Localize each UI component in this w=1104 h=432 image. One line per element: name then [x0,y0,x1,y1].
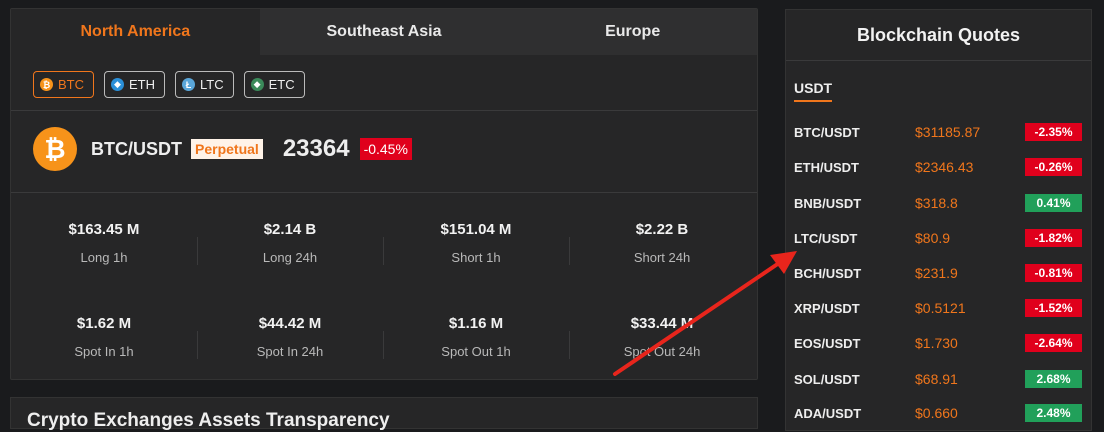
quote-price: $80.9 [915,230,951,246]
coin-button-eth[interactable]: ◆ ETH [104,71,165,98]
quote-row[interactable]: EOS/USDT $1.730 -2.64% [794,333,1084,353]
coin-label: BTC [58,77,84,92]
quote-row[interactable]: LTC/USDT $80.9 -1.82% [794,228,1084,248]
price-change-badge: -0.45% [359,138,412,160]
coin-button-ltc[interactable]: Ł LTC [175,71,234,98]
etc-icon: ◆ [250,78,264,91]
stat-short-24h: $2.22 B Short 24h [569,221,755,265]
column-divider [383,237,384,265]
quote-price: $231.9 [915,265,958,281]
coin-label: ETC [268,77,295,92]
quote-pair: BTC/USDT [794,124,860,140]
quote-pair: XRP/USDT [794,300,860,316]
stat-spot-out-1h: $1.16 M Spot Out 1h [383,315,569,359]
transparency-panel: Crypto Exchanges Assets Transparency [10,397,758,431]
section-title: Crypto Exchanges Assets Transparency [27,410,390,431]
quote-price: $31185.87 [915,124,981,140]
quote-row[interactable]: ETH/USDT $2346.43 -0.26% [794,157,1084,177]
quote-row[interactable]: BTC/USDT $31185.87 -2.35% [794,122,1084,142]
divider [11,192,757,193]
quote-change-badge: -1.52% [1025,299,1082,317]
quote-pair: ETH/USDT [794,159,859,175]
stat-spot-in-1h: $1.62 M Spot In 1h [11,315,197,359]
column-divider [569,237,570,265]
column-divider [383,331,384,359]
ticker-row: ₿ BTC/USDT Perpetual 23364 -0.45% [33,127,412,171]
quote-row[interactable]: BCH/USDT $231.9 -0.81% [794,263,1084,283]
quote-change-badge: 2.68% [1025,370,1082,388]
stat-value: $44.42 M [258,315,322,332]
stat-value: $2.14 B [263,221,317,238]
coin-label: ETH [129,77,155,92]
coin-label: LTC [200,77,224,92]
stat-label: Short 24h [633,250,691,265]
pair-name: BTC/USDT [91,138,182,159]
quote-pair: LTC/USDT [794,230,858,246]
stat-label: Spot Out 1h [441,344,511,359]
perpetual-badge: Perpetual [191,139,263,159]
column-divider [197,237,198,265]
stat-label: Short 1h [451,250,501,265]
stat-value: $33.44 M [630,315,694,332]
stat-label: Spot Out 24h [623,344,701,359]
liquidation-stats: $163.45 M Long 1h $2.14 B Long 24h $151.… [11,199,757,379]
quote-row[interactable]: BNB/USDT $318.8 0.41% [794,193,1084,213]
stat-spot-in-24h: $44.42 M Spot In 24h [197,315,383,359]
quote-change-badge: -0.81% [1025,264,1082,282]
tab-southeast-asia[interactable]: Southeast Asia [260,9,509,55]
stat-label: Long 24h [262,250,318,265]
last-price: 23364 [282,135,350,162]
stat-label: Spot In 24h [256,344,324,359]
quote-price: $2346.43 [915,159,974,175]
column-divider [197,331,198,359]
quote-change-badge: 0.41% [1025,194,1082,212]
eth-icon: ◆ [111,78,124,91]
quote-price: $0.5121 [915,300,966,316]
stat-label: Spot In 1h [74,344,134,359]
tab-europe[interactable]: Europe [508,9,757,55]
stat-value: $163.45 M [68,221,140,238]
quote-row[interactable]: XRP/USDT $0.5121 -1.52% [794,298,1084,318]
region-tabs: North America Southeast Asia Europe [11,9,757,55]
coin-button-etc[interactable]: ◆ ETC [243,71,305,98]
stat-long-24h: $2.14 B Long 24h [197,221,383,265]
quote-change-badge: -1.82% [1025,229,1082,247]
quote-price: $68.91 [915,371,958,387]
divider [11,110,757,111]
liquidation-panel: North America Southeast Asia Europe ₿ BT… [10,8,758,380]
quote-pair: EOS/USDT [794,335,861,351]
btc-icon: ₿ [40,78,53,91]
quote-row[interactable]: ADA/USDT $0.660 2.48% [794,403,1084,423]
stat-value: $151.04 M [440,221,512,238]
quote-pair: ADA/USDT [794,405,862,421]
tab-north-america[interactable]: North America [11,9,260,55]
stat-spot-out-24h: $33.44 M Spot Out 24h [569,315,755,359]
btc-logo-icon: ₿ [33,127,77,171]
stat-label: Long 1h [80,250,128,265]
ltc-icon: Ł [182,78,195,91]
quote-change-badge: -0.26% [1025,158,1082,176]
blockchain-quotes-panel: Blockchain Quotes USDT BTC/USDT $31185.8… [785,9,1092,431]
quote-price: $0.660 [915,405,958,421]
quote-row[interactable]: SOL/USDT $68.91 2.68% [794,369,1084,389]
coin-filter: ₿ BTC ◆ ETH Ł LTC ◆ ETC [11,55,757,98]
stat-value: $1.16 M [448,315,504,332]
tab-usdt[interactable]: USDT [794,80,833,102]
quote-change-badge: 2.48% [1025,404,1082,422]
quote-pair: SOL/USDT [794,371,860,387]
quote-pair: BCH/USDT [794,265,862,281]
quotes-title: Blockchain Quotes [786,10,1091,61]
quote-change-badge: -2.64% [1025,334,1082,352]
stat-value: $1.62 M [76,315,132,332]
stat-value: $2.22 B [635,221,689,238]
quote-price: $318.8 [915,195,958,211]
quote-price: $1.730 [915,335,958,351]
quote-change-badge: -2.35% [1025,123,1082,141]
column-divider [569,331,570,359]
stat-short-1h: $151.04 M Short 1h [383,221,569,265]
stat-long-1h: $163.45 M Long 1h [11,221,197,265]
quote-pair: BNB/USDT [794,195,862,211]
coin-button-btc[interactable]: ₿ BTC [33,71,94,98]
